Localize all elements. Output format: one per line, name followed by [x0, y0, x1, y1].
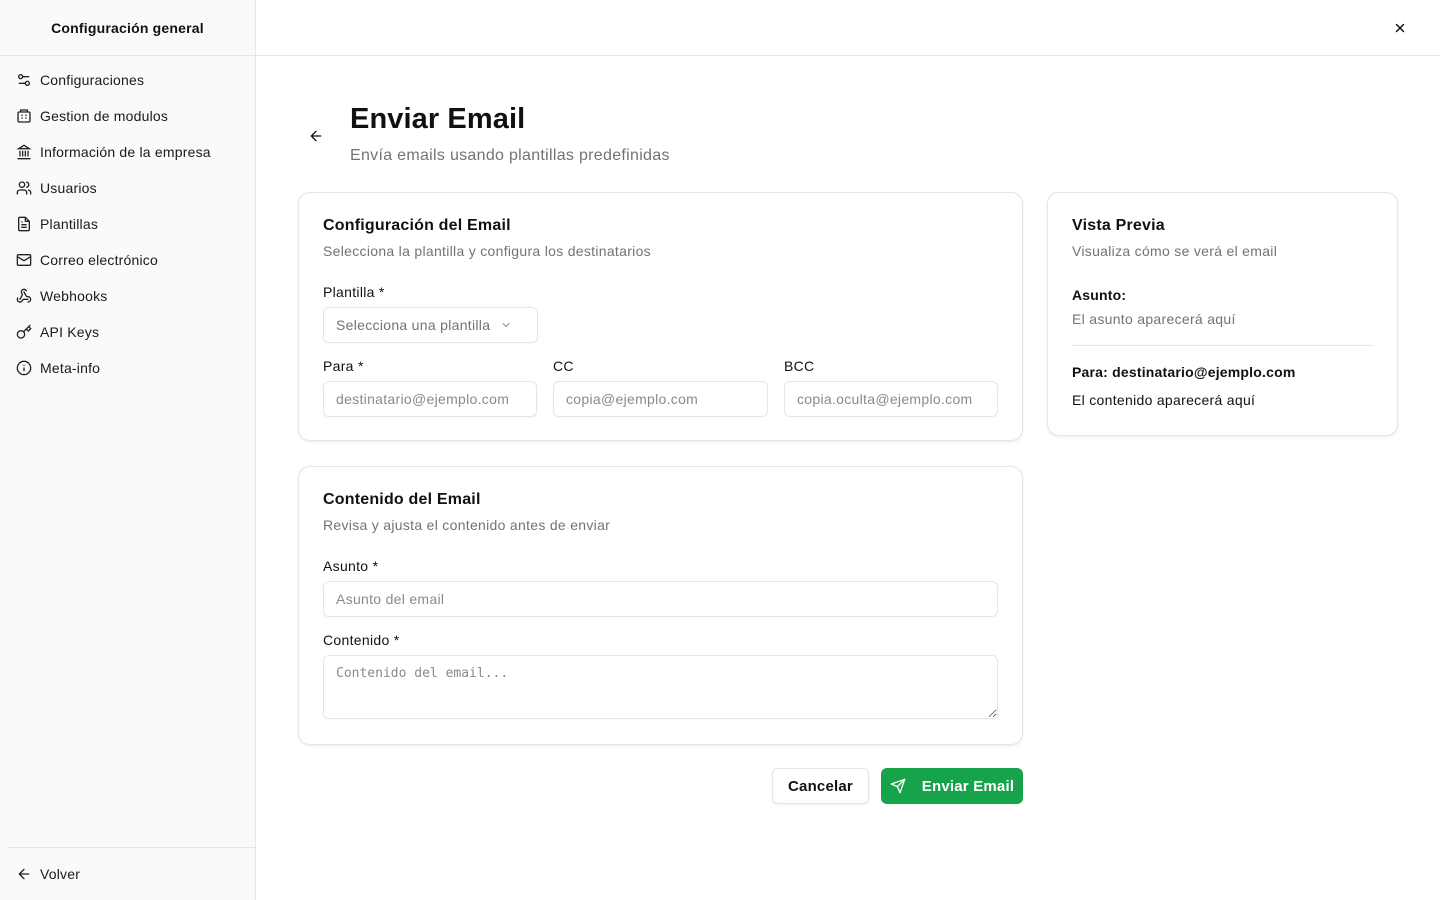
- settings-sliders-icon: [17, 74, 30, 86]
- cancel-button[interactable]: Cancelar: [772, 768, 869, 804]
- users-icon: [16, 181, 32, 195]
- sidebar-item-modulos[interactable]: Gestion de modulos: [0, 98, 255, 134]
- file-text-icon: [18, 216, 30, 232]
- landmark-icon: [16, 144, 32, 160]
- sidebar-item-label: Meta-info: [40, 360, 101, 376]
- sidebar-item-api-keys[interactable]: API Keys: [0, 314, 255, 350]
- modules-icon: [17, 109, 31, 123]
- preview-subject-value: El asunto aparecerá aquí: [1072, 311, 1236, 327]
- page-back-button[interactable]: [306, 126, 326, 146]
- close-button[interactable]: [1390, 18, 1410, 38]
- content-label: Contenido *: [323, 632, 400, 648]
- sidebar-item-label: Configuraciones: [40, 72, 145, 88]
- sidebar-item-configuraciones[interactable]: Configuraciones: [0, 62, 255, 98]
- back-button[interactable]: Volver: [8, 848, 255, 900]
- mail-icon: [16, 254, 32, 266]
- cc-label: CC: [553, 358, 574, 374]
- chevron-down-icon: [502, 323, 510, 328]
- sidebar-item-label: API Keys: [40, 324, 100, 340]
- preview-divider: [1072, 345, 1373, 346]
- bcc-label: BCC: [784, 358, 815, 374]
- send-email-label: Enviar Email: [921, 777, 1015, 795]
- sidebar: Configuración general Configuraciones Ge…: [0, 0, 256, 900]
- page-subtitle: Envía emails usando plantillas predefini…: [350, 147, 670, 164]
- to-input[interactable]: [323, 381, 537, 417]
- sidebar-title: Configuración general: [0, 0, 255, 56]
- sidebar-item-correo[interactable]: Correo electrónico: [0, 242, 255, 278]
- top-bar: [256, 0, 1440, 56]
- send-icon: [890, 778, 906, 794]
- sidebar-item-webhooks[interactable]: Webhooks: [0, 278, 255, 314]
- sidebar-nav: Configuraciones Gestion de modulos Infor…: [0, 56, 255, 386]
- sidebar-item-label: Información de la empresa: [40, 144, 211, 160]
- template-select[interactable]: Selecciona una plantilla: [323, 307, 538, 343]
- sidebar-item-label: Gestion de modulos: [40, 108, 169, 124]
- subject-input[interactable]: [323, 581, 998, 617]
- sidebar-item-label: Webhooks: [40, 288, 108, 304]
- close-icon: [1395, 23, 1405, 33]
- sidebar-item-empresa[interactable]: Información de la empresa: [0, 134, 255, 170]
- card-description: Revisa y ajusta el contenido antes de en…: [323, 517, 611, 533]
- webhook-icon: [16, 288, 32, 303]
- sidebar-footer: Volver: [8, 847, 255, 900]
- template-label: Plantilla *: [323, 284, 385, 300]
- key-icon: [16, 324, 32, 339]
- sidebar-item-meta-info[interactable]: Meta-info: [0, 350, 255, 386]
- sidebar-item-label: Correo electrónico: [40, 252, 158, 268]
- content-textarea[interactable]: [323, 655, 998, 719]
- preview-content: El contenido aparecerá aquí: [1072, 392, 1256, 408]
- sidebar-item-label: Plantillas: [40, 216, 99, 232]
- template-select-value: Selecciona una plantilla: [336, 317, 491, 333]
- email-content-card: Contenido del Email Revisa y ajusta el c…: [298, 466, 1023, 745]
- arrow-left-icon: [18, 868, 30, 880]
- back-label: Volver: [40, 866, 81, 882]
- sidebar-item-label: Usuarios: [40, 180, 97, 196]
- card-description: Visualiza cómo se verá el email: [1072, 243, 1278, 259]
- sidebar-item-plantillas[interactable]: Plantillas: [0, 206, 255, 242]
- card-description: Selecciona la plantilla y configura los …: [323, 243, 651, 259]
- page-title: Enviar Email: [350, 103, 526, 135]
- preview-card: Vista Previa Visualiza cómo se verá el e…: [1047, 192, 1398, 436]
- info-icon: [16, 360, 32, 376]
- bcc-input[interactable]: [784, 381, 998, 417]
- subject-label: Asunto *: [323, 558, 379, 574]
- card-title: Contenido del Email: [323, 491, 481, 508]
- email-config-card: Configuración del Email Selecciona la pl…: [298, 192, 1023, 441]
- cc-input[interactable]: [553, 381, 768, 417]
- to-label: Para *: [323, 358, 364, 374]
- sidebar-item-usuarios[interactable]: Usuarios: [0, 170, 255, 206]
- preview-to-line: Para: destinatario@ejemplo.com: [1072, 364, 1296, 380]
- preview-subject-label: Asunto:: [1072, 287, 1127, 303]
- card-title: Configuración del Email: [323, 217, 511, 234]
- send-email-button[interactable]: Enviar Email: [881, 768, 1023, 804]
- arrow-left-icon: [310, 130, 322, 142]
- card-title: Vista Previa: [1072, 217, 1165, 234]
